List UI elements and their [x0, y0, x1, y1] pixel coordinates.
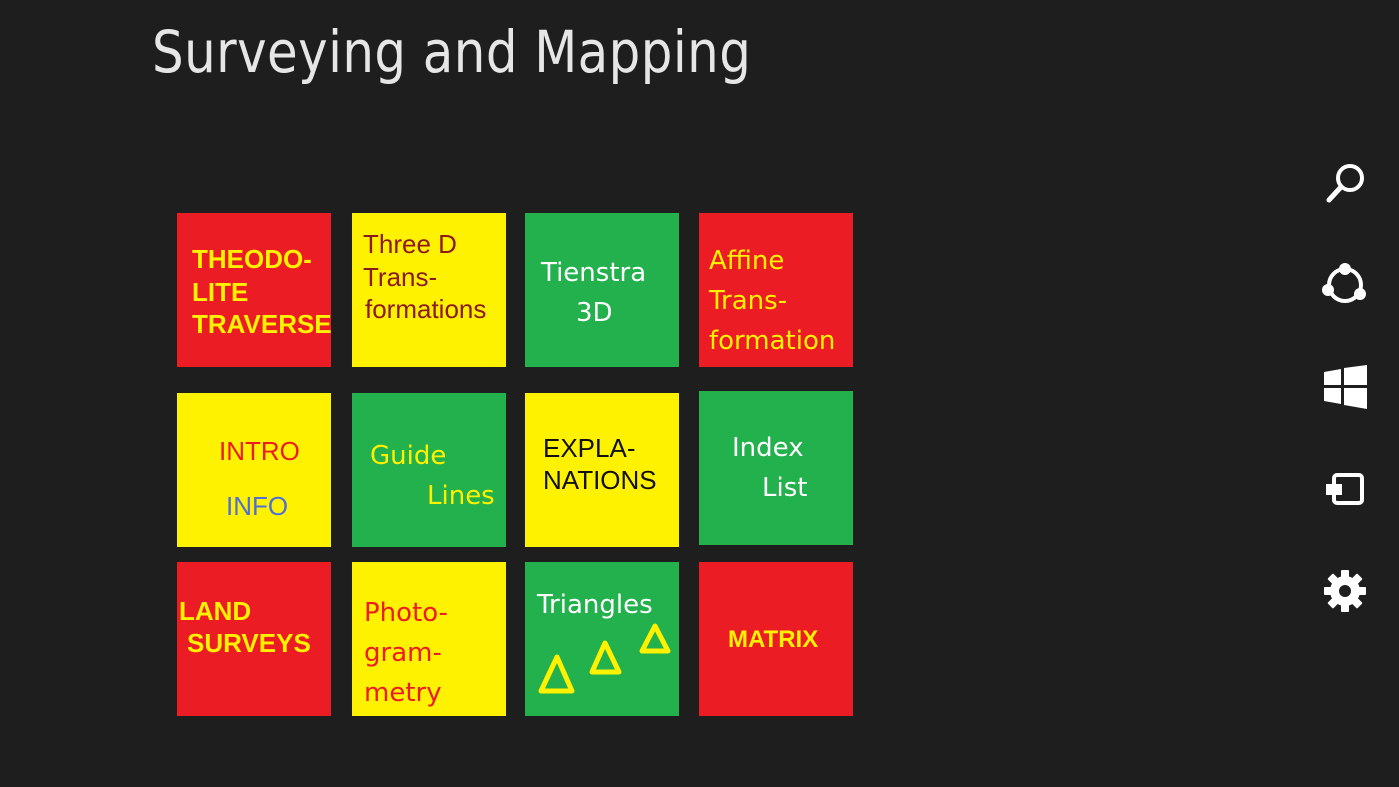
- tile-label-line1: Three D: [363, 229, 457, 259]
- tile-three-d-transformations[interactable]: Three D Trans- formations: [352, 213, 506, 367]
- tile-label-line3: formations: [365, 294, 487, 324]
- tile-label-line1: EXPLA-: [543, 433, 636, 463]
- tile-label-line1: Photo-: [364, 598, 449, 628]
- tile-explanations[interactable]: EXPLA- NATIONS: [525, 393, 679, 547]
- tile-label-line1: LAND: [179, 596, 252, 626]
- share-icon[interactable]: [1318, 258, 1372, 312]
- search-icon[interactable]: [1318, 156, 1372, 210]
- tile-tienstra-3d[interactable]: Tienstra 3D: [525, 213, 679, 367]
- tile-label-line2: 3D: [576, 298, 613, 328]
- tile-label-line2: INFO: [226, 491, 289, 521]
- tile-label-line2: Lines: [427, 481, 495, 511]
- tile-label-line2: gram-: [364, 638, 442, 668]
- start-icon[interactable]: [1318, 360, 1372, 414]
- tile-label-line2: List: [762, 473, 808, 503]
- tile-label-line2: Trans-: [363, 262, 438, 292]
- settings-icon[interactable]: [1318, 564, 1372, 618]
- tile-label-line1: THEODO-: [192, 244, 312, 274]
- tile-label-line2: SURVEYS: [187, 628, 311, 658]
- tile-label-line1: Guide: [370, 441, 447, 471]
- tile-affine-transformation[interactable]: Affine Trans- formation: [699, 213, 853, 367]
- tile-label-line1: Index: [732, 433, 804, 463]
- tile-label-line3: formation: [709, 326, 836, 356]
- tile-label-line1: Affine: [709, 246, 785, 276]
- tile-label-line2: NATIONS: [543, 465, 657, 495]
- tile-intro-info[interactable]: INTRO INFO: [177, 393, 331, 547]
- tile-label-line2: Trans-: [709, 286, 788, 316]
- page-title: Surveying and Mapping: [152, 18, 752, 86]
- tile-label-line1: INTRO: [219, 436, 300, 466]
- tile-theodolite-traverse[interactable]: THEODO- LITE TRAVERSE: [177, 213, 331, 367]
- tile-land-surveys[interactable]: LAND SURVEYS: [177, 562, 331, 716]
- tile-label-line2: LITE: [192, 277, 249, 307]
- tile-label-line3: metry: [364, 678, 442, 708]
- triangles-icon: [538, 623, 671, 694]
- tile-triangles[interactable]: Triangles: [525, 562, 679, 716]
- tile-matrix[interactable]: MATRIX: [699, 562, 853, 716]
- tile-guide-lines[interactable]: Guide Lines: [352, 393, 506, 547]
- tile-label-line1: Tienstra: [541, 258, 647, 288]
- tile-photogrammetry[interactable]: Photo- gram- metry: [352, 562, 506, 716]
- tile-index-list[interactable]: Index List: [699, 391, 853, 545]
- tile-label-line3: TRAVERSE: [192, 309, 331, 339]
- devices-icon[interactable]: [1318, 462, 1372, 516]
- tile-label-line1: MATRIX: [728, 626, 819, 653]
